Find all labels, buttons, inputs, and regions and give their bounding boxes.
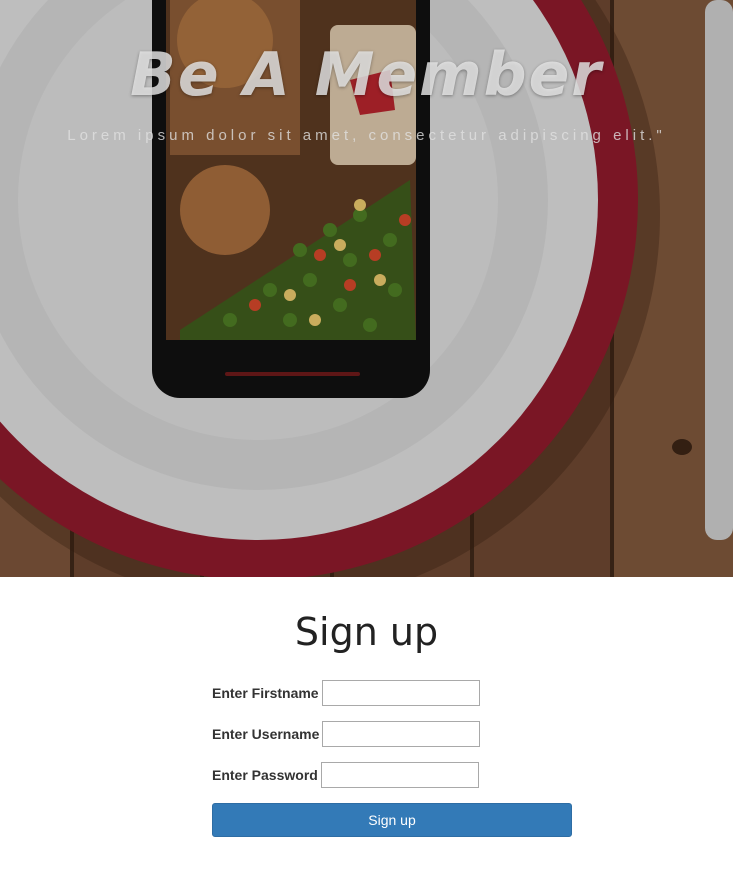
signup-heading: Sign up: [294, 610, 439, 654]
hero-title: Be A Member: [130, 40, 603, 110]
password-label: Enter Password: [212, 767, 318, 783]
username-input[interactable]: [322, 721, 481, 747]
signup-form: Enter Firstname Enter Username Enter Pas…: [212, 680, 572, 837]
password-row: Enter Password: [212, 762, 572, 788]
firstname-label: Enter Firstname: [212, 685, 319, 701]
username-row: Enter Username: [212, 721, 572, 747]
signup-section: Sign up Enter Firstname Enter Username E…: [0, 577, 733, 869]
hero-tagline: Lorem ipsum dolor sit amet, consectetur …: [67, 127, 666, 144]
password-input[interactable]: [320, 762, 479, 788]
firstname-row: Enter Firstname: [212, 680, 572, 706]
firstname-input[interactable]: [321, 680, 480, 706]
hero-banner: Be A Member Lorem ipsum dolor sit amet, …: [0, 0, 733, 577]
username-label: Enter Username: [212, 726, 320, 742]
signup-button[interactable]: Sign up: [212, 803, 572, 837]
